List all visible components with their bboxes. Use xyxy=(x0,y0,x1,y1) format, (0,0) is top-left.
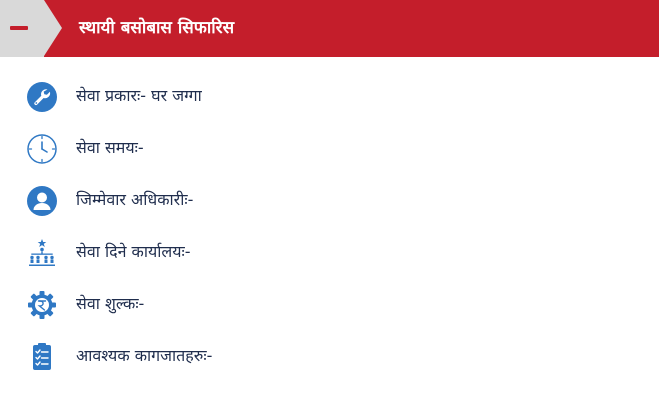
list-item-label: आवश्यक कागजातहरुः- xyxy=(76,346,213,365)
list-item-label: सेवा प्रकारः- घर जग्गा xyxy=(76,86,202,105)
list-item-label: सेवा समयः- xyxy=(76,138,144,157)
list-item-service-type: सेवा प्रकारः- घर जग्गा xyxy=(0,77,659,129)
panel-header[interactable]: स्थायी बसोबास सिफारिस xyxy=(0,0,659,57)
clock-icon xyxy=(26,133,58,165)
list-item-service-office: सेवा दिने कार्यालयः- xyxy=(0,233,659,285)
checklist-icon xyxy=(26,341,58,373)
user-icon xyxy=(26,185,58,217)
list-item-label: सेवा शुल्कः- xyxy=(76,294,145,313)
list-item-label: सेवा दिने कार्यालयः- xyxy=(76,242,191,261)
list-item-label: जिम्मेवार अधिकारीः- xyxy=(76,190,194,209)
panel-title: स्थायी बसोबास सिफारिस xyxy=(79,18,235,38)
minus-icon xyxy=(10,26,28,30)
rupee-gear-icon xyxy=(26,289,58,321)
collapse-toggle-button[interactable] xyxy=(0,0,44,57)
service-details-list: सेवा प्रकारः- घर जग्गा सेवा समयः- जिम्मे… xyxy=(0,77,659,389)
wrench-icon xyxy=(26,81,58,113)
toggle-arrow-shape xyxy=(44,0,62,56)
list-item-service-fee: सेवा शुल्कः- xyxy=(0,285,659,337)
service-info-panel: स्थायी बसोबास सिफारिस सेवा प्रकारः- घर ज… xyxy=(0,0,659,408)
list-item-service-time: सेवा समयः- xyxy=(0,129,659,181)
list-item-required-documents: आवश्यक कागजातहरुः- xyxy=(0,337,659,389)
list-item-responsible-officer: जिम्मेवार अधिकारीः- xyxy=(0,181,659,233)
org-chart-icon xyxy=(26,237,58,269)
